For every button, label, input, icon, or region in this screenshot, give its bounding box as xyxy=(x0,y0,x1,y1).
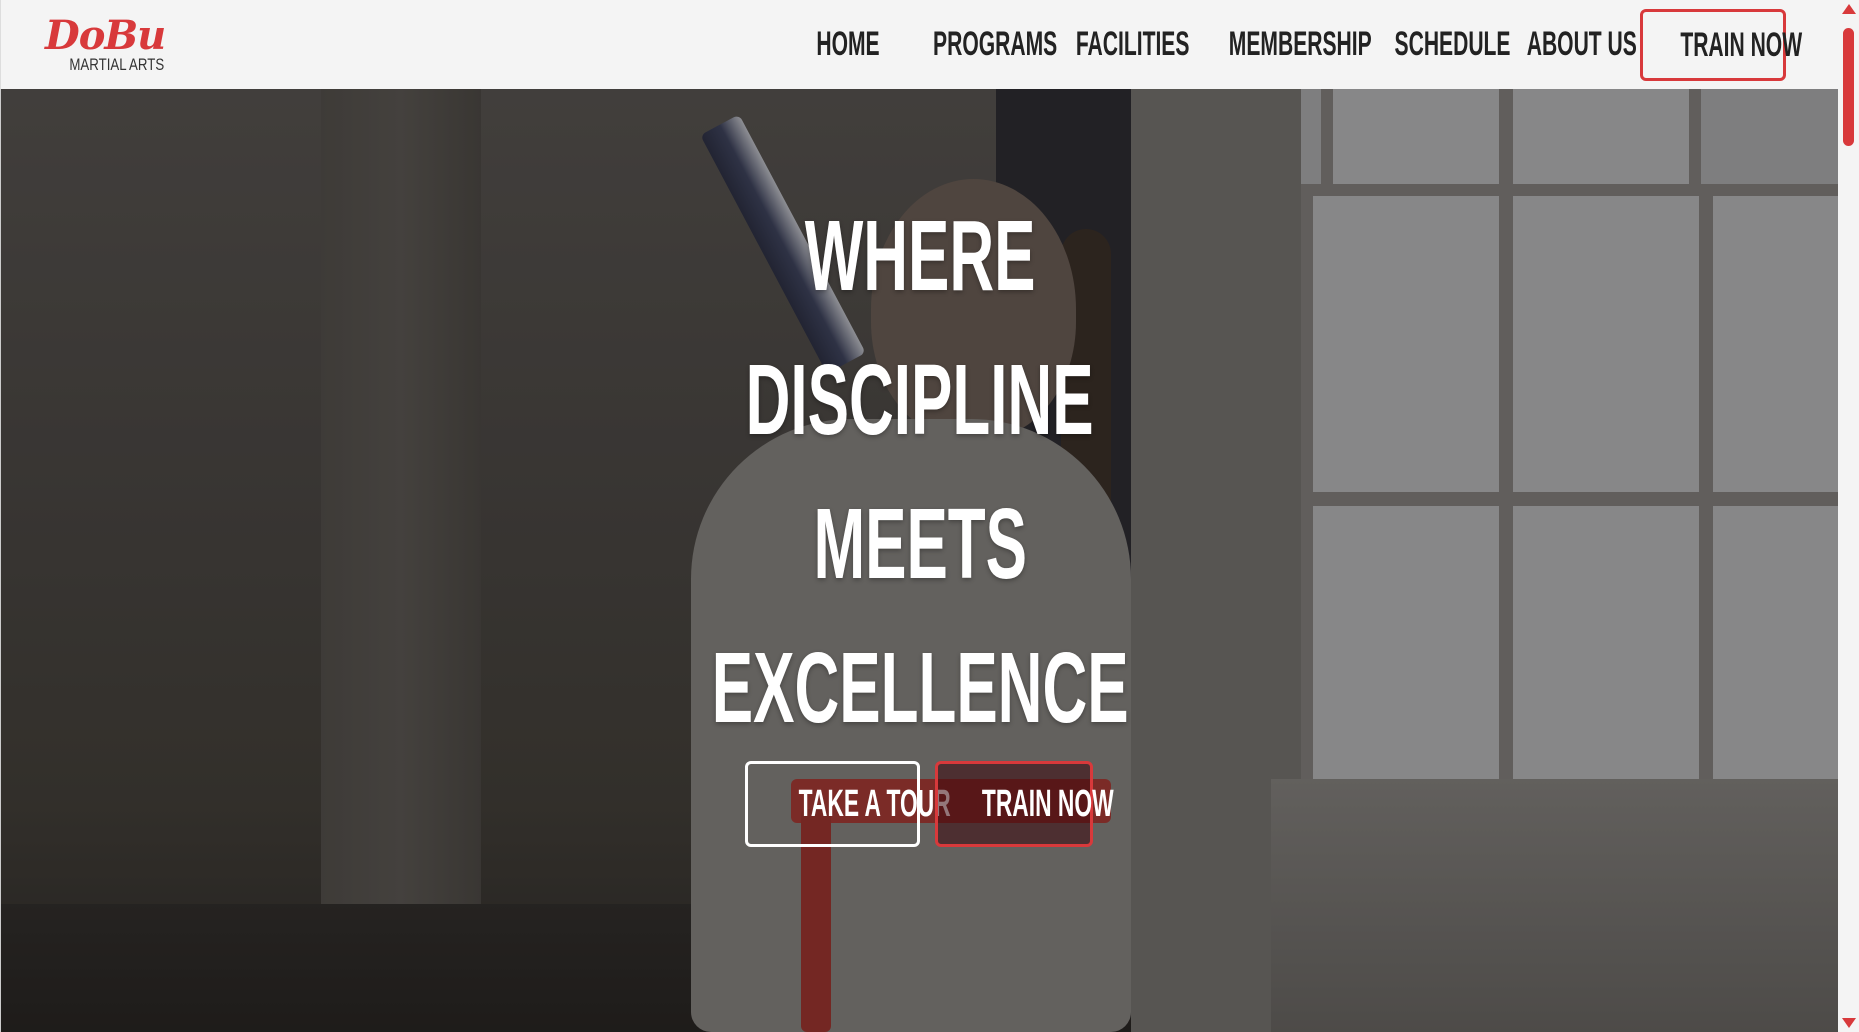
logo-subtitle: MARTIAL ARTS xyxy=(69,55,165,74)
nav-schedule[interactable]: SCHEDULE xyxy=(1359,22,1511,66)
nav-programs[interactable]: PROGRAMS xyxy=(895,22,1057,66)
hero-headline: WHERE DISCIPLINE MEETS EXCELLENCE xyxy=(1,184,1838,760)
scroll-up-arrow-icon[interactable] xyxy=(1842,4,1856,14)
logo-wordmark: DoBu xyxy=(45,12,166,59)
headline-line-2: DISCIPLINE xyxy=(746,344,1094,456)
scrollbar-thumb[interactable] xyxy=(1843,28,1854,146)
nav-home[interactable]: HOME xyxy=(797,22,887,66)
page-scrollbar[interactable] xyxy=(1838,0,1859,1032)
headline-line-1: WHERE xyxy=(804,200,1036,312)
nav-about-us[interactable]: ABOUT US xyxy=(1493,22,1637,66)
nav-train-now-button[interactable]: TRAIN NOW xyxy=(1640,9,1802,81)
take-a-tour-button[interactable]: TAKE A TOUR xyxy=(745,761,951,847)
nav-membership[interactable]: MEMBERSHIP xyxy=(1185,22,1372,66)
scroll-down-arrow-icon[interactable] xyxy=(1842,1018,1856,1028)
nav-facilities[interactable]: FACILITIES xyxy=(1041,22,1190,66)
headline-line-3: MEETS xyxy=(813,488,1027,600)
hero-train-now-button[interactable]: TRAIN NOW xyxy=(935,761,1114,847)
site-header: DoBu MARTIAL ARTS HOME PROGRAMS FACILITI… xyxy=(0,0,1838,89)
headline-line-4: EXCELLENCE xyxy=(711,632,1129,744)
hero-section: WHERE DISCIPLINE MEETS EXCELLENCE TAKE A… xyxy=(0,89,1838,1032)
brand-logo[interactable]: DoBu MARTIAL ARTS xyxy=(45,12,166,78)
